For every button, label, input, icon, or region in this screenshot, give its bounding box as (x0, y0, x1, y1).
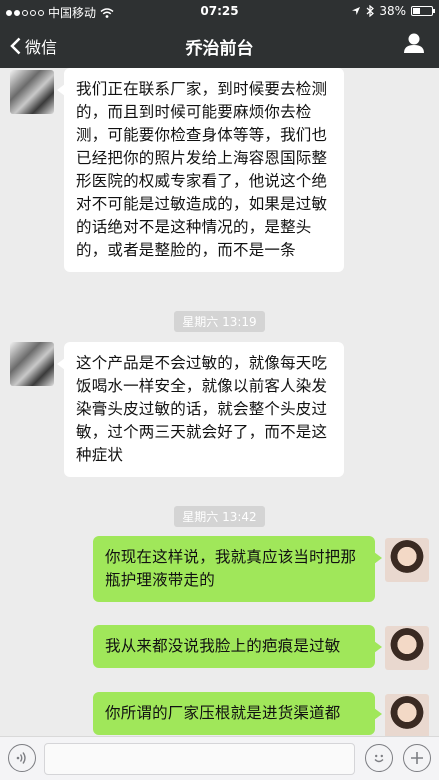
status-right: 38% (351, 4, 435, 18)
back-button[interactable]: 微信 (10, 34, 57, 58)
message-input-bar (0, 736, 439, 780)
location-icon (352, 7, 361, 15)
more-actions-button[interactable] (403, 744, 431, 772)
message-bubble-outgoing[interactable]: 我从来都没说我脸上的疤痕是过敏 (93, 625, 382, 668)
contact-avatar[interactable] (10, 70, 54, 114)
chat-message-list[interactable]: 我们正在联系厂家，到时候要去检测的，而且到时候可能要麻烦你去检测，可能要你检查身… (0, 68, 439, 736)
my-avatar[interactable] (385, 538, 429, 582)
message-bubble-incoming[interactable]: 这个产品是不会过敏的，就像每天吃饭喝水一样安全，就像以前客人染发染膏头皮过敏的话… (57, 342, 344, 477)
back-label: 微信 (25, 38, 58, 57)
message-bubble-outgoing[interactable]: 你现在这样说，我就真应该当时把那瓶护理液带走的 (93, 536, 382, 602)
chat-title: 乔治前台 (185, 39, 254, 59)
battery-icon (411, 6, 435, 16)
message-timestamp: 星期六 13:42 (0, 506, 439, 527)
message-timestamp: 星期六 13:19 (0, 311, 439, 332)
message-bubble-incoming[interactable]: 我们正在联系厂家，到时候要去检测的，而且到时候可能要麻烦你去检测，可能要你检查身… (57, 68, 344, 272)
voice-input-button[interactable] (8, 744, 36, 772)
message-bubble-outgoing[interactable]: 你所谓的厂家压根就是进货渠道都 (93, 692, 382, 735)
emoji-button[interactable] (365, 744, 393, 772)
message-text-input[interactable] (44, 743, 355, 775)
contact-avatar[interactable] (10, 342, 54, 386)
contact-profile-button[interactable] (403, 32, 425, 58)
plus-icon (411, 752, 423, 764)
smiley-icon (374, 754, 384, 763)
person-icon (404, 33, 424, 53)
chevron-left-icon (10, 37, 21, 55)
status-bar: 中国移动 07:25 38% (0, 0, 439, 22)
battery-percent: 38% (379, 4, 406, 18)
nav-bar: 微信 乔治前台 (0, 22, 439, 68)
voice-icon (16, 752, 26, 764)
my-avatar[interactable] (385, 626, 429, 670)
my-avatar[interactable] (385, 694, 429, 736)
bluetooth-icon (366, 5, 375, 17)
